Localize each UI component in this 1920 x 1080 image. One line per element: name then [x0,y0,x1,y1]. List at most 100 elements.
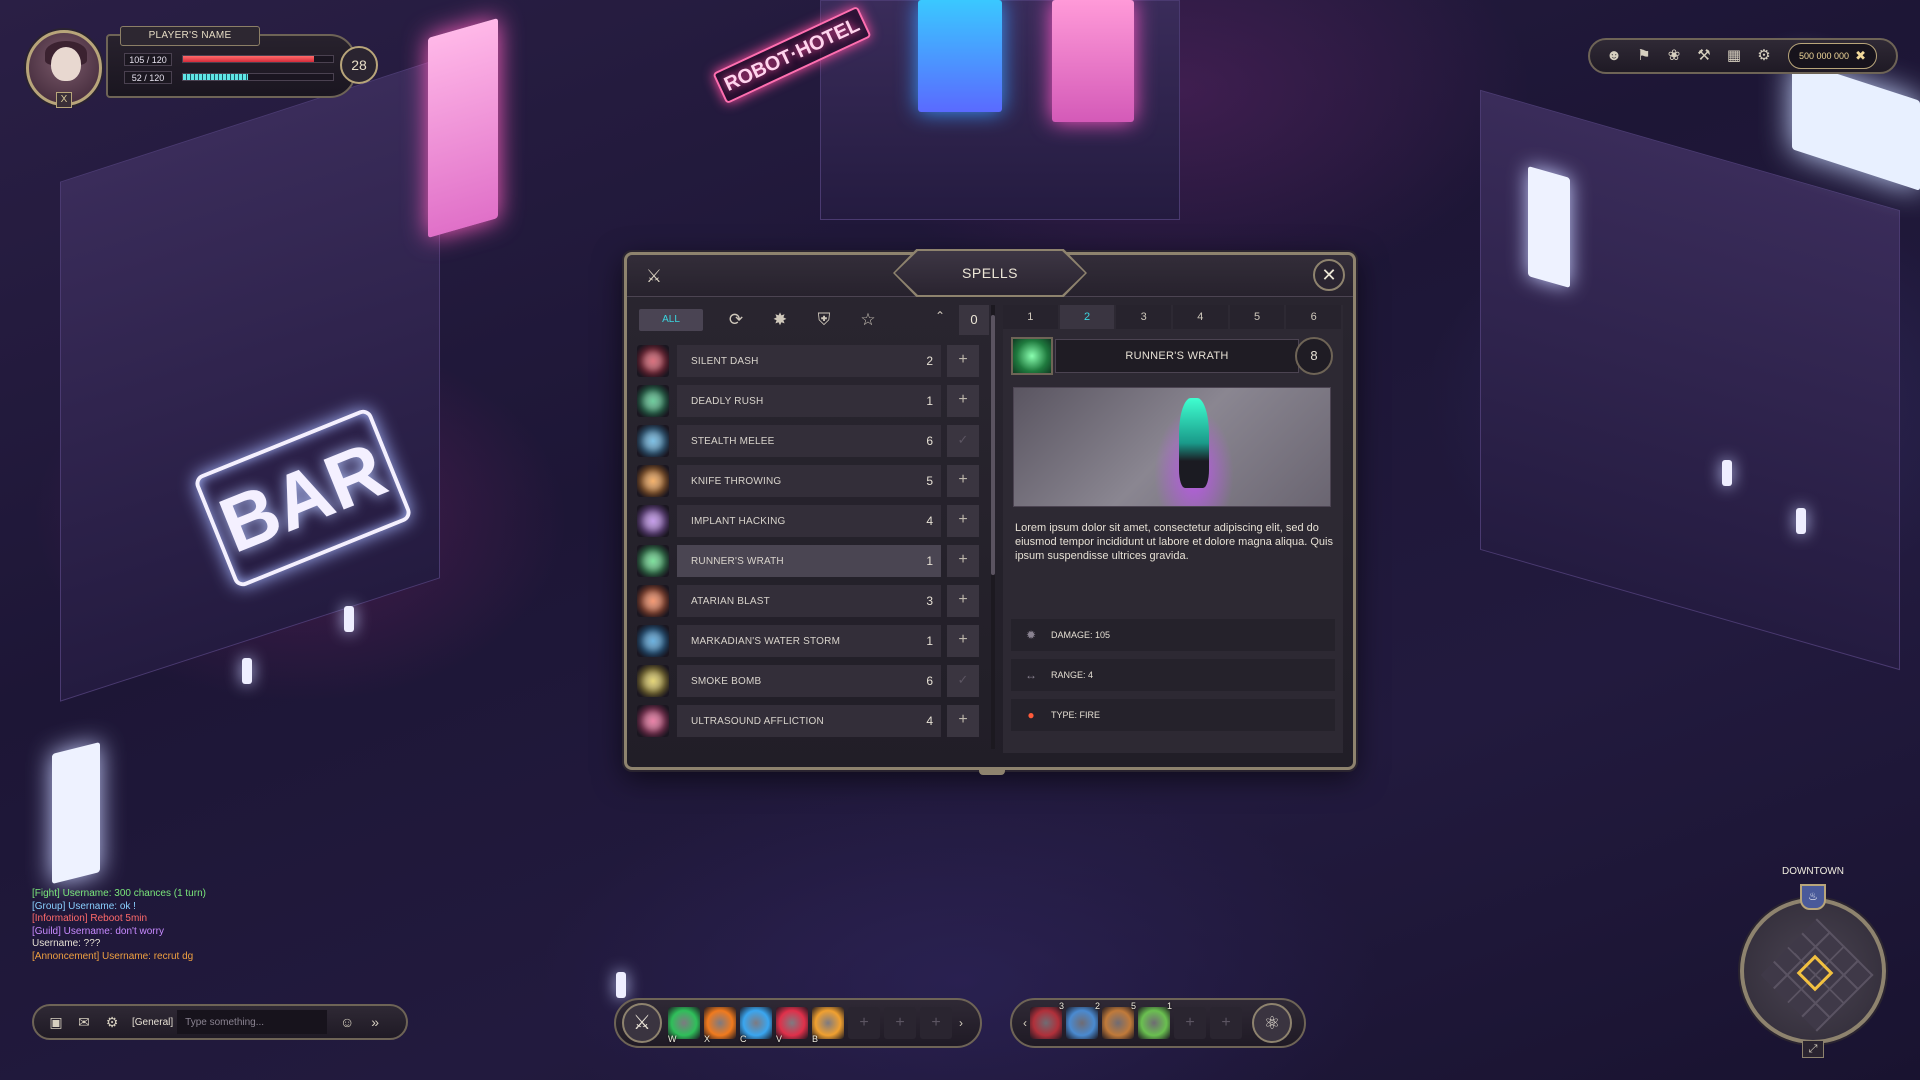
add-spell-button[interactable]: + [947,345,979,377]
stats-icon[interactable]: ▦ [1722,44,1746,68]
chevron-left-icon[interactable]: ‹ [1020,1016,1030,1030]
crossed-swords-icon[interactable]: ⚔ [622,1003,662,1043]
empty-slot[interactable]: + [1210,1007,1242,1039]
shield-icon[interactable]: ⛨ [813,309,835,331]
spell-slot[interactable]: V [776,1007,808,1044]
item-quantity: 2 [1094,1001,1100,1011]
guild-shield-icon[interactable]: ♨ [1800,884,1826,910]
spell-row[interactable]: DEADLY RUSH 1 + [637,385,987,417]
spell-action-bar: ⚔ W X C V B + + + › [614,998,982,1048]
spell-row[interactable]: STEALTH MELEE 6 ✓ [637,425,987,457]
minimap[interactable] [1740,898,1886,1044]
item-quantity: 1 [1166,1001,1172,1011]
expand-icon[interactable]: ⤢ [1802,1040,1824,1058]
center-building [820,0,1180,220]
spell-slot[interactable]: W [668,1007,700,1044]
spell-detail-level: 8 [1295,337,1333,375]
spell-row[interactable]: ULTRASOUND AFFLICTION 4 + [637,705,987,737]
item-action-bar: ‹ 3 2 5 1 + + ⚛ [1010,998,1306,1048]
empty-slot[interactable]: + [884,1007,916,1039]
billboard-right [1792,59,1920,191]
paw-icon[interactable]: ❀ [1662,44,1686,68]
spell-icon [637,665,669,697]
spell-slot[interactable]: C [740,1007,772,1044]
hotkey-label: C [740,1034,747,1044]
settings-icon[interactable]: ⚙ [1752,44,1776,68]
spell-row[interactable]: KNIFE THROWING 5 + [637,465,987,497]
spell-slot[interactable]: B [812,1007,844,1044]
add-spell-button[interactable]: + [947,585,979,617]
spell-name: ULTRASOUND AFFLICTION [691,715,824,727]
spell-row[interactable]: RUNNER'S WRATH 1 + [637,545,987,577]
add-spell-button[interactable]: + [947,705,979,737]
spell-row[interactable]: ATARIAN BLAST 3 + [637,585,987,617]
rank-tab[interactable]: 6 [1286,305,1342,329]
chat-message: [Group] Username: ok ! [32,900,136,912]
x-emblem-icon: X [56,92,72,108]
right-building [1480,89,1900,671]
add-spell-button[interactable]: + [947,545,979,577]
robot-hotel-neon-sign: ROBOT·HOTEL [712,5,872,105]
chevron-right-icon[interactable]: › [956,1016,966,1030]
tools-icon[interactable]: ⚒ [1692,44,1716,68]
add-spell-button[interactable]: + [947,505,979,537]
sign-left-bottom [52,742,100,884]
rank-tab[interactable]: 4 [1173,305,1228,329]
spell-icon [637,705,669,737]
flag-icon[interactable]: ⚑ [1632,44,1656,68]
spell-row[interactable]: IMPLANT HACKING 4 + [637,505,987,537]
rank-tab[interactable]: 3 [1116,305,1172,329]
item-slot[interactable]: 1 [1138,1001,1172,1039]
rank-tab[interactable]: 5 [1229,305,1285,329]
spell-name: SILENT DASH [691,355,759,367]
left-building [60,58,440,702]
item-slot[interactable]: 2 [1066,1001,1100,1039]
spell-filter-row: ALL ⟳ ✸ ⛨ ☆ ⌃ 0 [639,305,989,335]
spell-slot[interactable]: X [704,1007,736,1044]
chat-bubble-icon[interactable]: ▣ [44,1010,68,1034]
spell-name: RUNNER'S WRATH [691,555,784,567]
spell-icon [637,545,669,577]
rank-tab[interactable]: 1 [1003,305,1058,329]
spell-level: 5 [926,474,933,488]
chat-input[interactable] [177,1010,328,1034]
close-button[interactable]: ✕ [1313,259,1345,291]
spell-icon [637,465,669,497]
profile-icon[interactable]: ☻ [1602,44,1626,68]
spell-icon [637,345,669,377]
item-slot[interactable]: 3 [1030,1001,1064,1039]
filter-all-button[interactable]: ALL [639,309,703,331]
cycle-icon[interactable]: ⟳ [725,309,747,331]
spell-detail-name: RUNNER'S WRATH [1055,339,1299,373]
spell-row[interactable]: MARKADIAN'S WATER STORM 1 + [637,625,987,657]
rank-tab[interactable]: 2 [1059,305,1115,329]
chat-log: [Fight] Username: 300 chances (1 turn) [G… [32,888,432,964]
spell-row[interactable]: SMOKE BOMB 6 ✓ [637,665,987,697]
empty-slot[interactable]: + [1174,1007,1206,1039]
spell-icon [637,425,669,457]
add-spell-button[interactable]: + [947,465,979,497]
add-spell-button[interactable]: + [947,385,979,417]
spell-icon [637,505,669,537]
empty-slot[interactable]: + [920,1007,952,1039]
empty-slot[interactable]: + [848,1007,880,1039]
chat-channel[interactable]: [General] [132,1017,173,1028]
send-chevrons-icon[interactable]: » [363,1010,387,1034]
player-level-badge: 28 [340,46,378,84]
potion-icon[interactable]: ⚛ [1252,1003,1292,1043]
chat-message: [Information] Reboot 5min [32,913,148,925]
mail-icon[interactable]: ✉ [72,1010,96,1034]
spell-icon [637,585,669,617]
gear-icon[interactable]: ⚙ [100,1010,124,1034]
street-lamp [1722,460,1732,486]
spell-detail-panel: 123456 RUNNER'S WRATH 8 Lorem ipsum dolo… [1003,305,1343,753]
spell-level: 4 [926,514,933,528]
item-slot[interactable]: 5 [1102,1001,1136,1039]
badge-icon[interactable]: ✸ [769,309,791,331]
emoji-icon[interactable]: ☺ [335,1010,359,1034]
star-icon[interactable]: ☆ [857,309,879,331]
spell-list-scrollbar[interactable] [991,315,995,575]
sort-up-icon[interactable]: ⌃ [935,309,945,323]
spell-row[interactable]: SILENT DASH 2 + [637,345,987,377]
add-spell-button[interactable]: + [947,625,979,657]
